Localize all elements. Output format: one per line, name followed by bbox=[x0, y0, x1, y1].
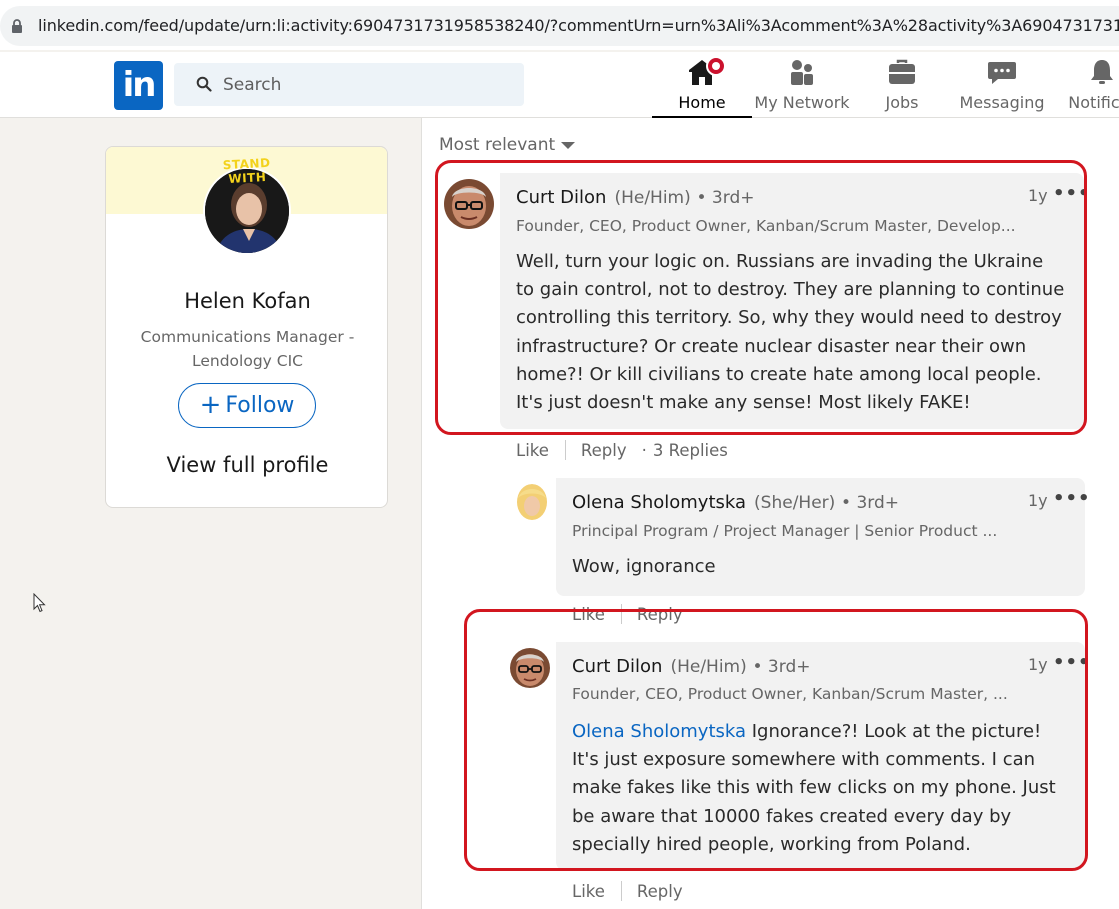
author-headline: Founder, CEO, Product Owner, Kanban/Scru… bbox=[516, 217, 1016, 235]
connection-degree: • 3rd+ bbox=[752, 657, 811, 677]
reply-avatar[interactable] bbox=[512, 484, 552, 524]
comment-bubble: Curt Dilon (He/Him) • 3rd+ Founder, CEO, … bbox=[500, 173, 1090, 429]
avatar-photo bbox=[512, 484, 552, 524]
reply-author[interactable]: Curt Dilon (He/Him) • 3rd+ bbox=[572, 656, 810, 677]
separator-dot: · bbox=[641, 441, 647, 460]
stand-with-frame-text: STAND WITH bbox=[222, 155, 271, 186]
like-button[interactable]: Like bbox=[572, 882, 605, 901]
connection-degree: • 3rd+ bbox=[841, 493, 899, 513]
replies-count-link[interactable]: 3 Replies bbox=[653, 441, 728, 460]
sort-dropdown[interactable]: Most relevant bbox=[439, 135, 555, 155]
linkedin-header: in Home My Network Jobs bbox=[0, 52, 1119, 118]
lock-icon bbox=[12, 19, 22, 33]
search-icon bbox=[196, 76, 212, 92]
browser-address-bar: linkedin.com/feed/update/urn:li:activity… bbox=[0, 0, 1119, 50]
nav-home[interactable]: Home bbox=[652, 52, 752, 118]
nav-notifications[interactable]: Notificat bbox=[1052, 52, 1119, 118]
reply-button[interactable]: Reply bbox=[637, 882, 683, 901]
nav-my-network-label: My Network bbox=[754, 93, 850, 112]
view-full-profile-link[interactable]: View full profile bbox=[106, 453, 387, 477]
mention-link[interactable]: Olena Sholomytska bbox=[572, 721, 746, 742]
reply-actions: Like Reply bbox=[572, 604, 683, 624]
nav-messaging-label: Messaging bbox=[959, 93, 1045, 112]
author-headline: Principal Program / Project Manager | Se… bbox=[572, 522, 998, 540]
profile-name[interactable]: Helen Kofan bbox=[106, 289, 387, 313]
comment-actions: Like Reply · 3 Replies bbox=[516, 440, 728, 460]
url-text: linkedin.com/feed/update/urn:li:activity… bbox=[38, 16, 1119, 35]
follow-label: Follow bbox=[225, 393, 295, 418]
author-pronouns: (She/Her) bbox=[754, 493, 836, 513]
caret-down-icon[interactable] bbox=[561, 142, 575, 149]
divider bbox=[564, 440, 566, 460]
author-name[interactable]: Olena Sholomytska bbox=[572, 492, 746, 513]
nav-jobs[interactable]: Jobs bbox=[852, 52, 952, 118]
mouse-cursor-icon bbox=[33, 593, 46, 613]
reply-time: 1y bbox=[1028, 491, 1048, 510]
nav-home-label: Home bbox=[678, 93, 726, 112]
author-pronouns: (He/Him) bbox=[614, 188, 691, 208]
briefcase-icon bbox=[889, 59, 915, 84]
reply-button[interactable]: Reply bbox=[581, 441, 627, 460]
comment-text: Well, turn your logic on. Russians are i… bbox=[516, 251, 1065, 414]
avatar-photo bbox=[510, 648, 550, 688]
notification-badge bbox=[706, 56, 726, 76]
bell-icon bbox=[1091, 60, 1113, 84]
follow-button[interactable]: + Follow bbox=[178, 383, 316, 428]
reply-bubble: Curt Dilon (He/Him) • 3rd+ Founder, CEO, … bbox=[556, 642, 1090, 870]
nav-notifications-label: Notificat bbox=[1068, 93, 1119, 112]
reply-text: Olena Sholomytska Ignorance?! Look at th… bbox=[572, 718, 1072, 859]
author-name[interactable]: Curt Dilon bbox=[572, 656, 662, 677]
reply-author[interactable]: Olena Sholomytska (She/Her) • 3rd+ bbox=[572, 492, 899, 513]
search-box[interactable] bbox=[174, 63, 524, 106]
comment-avatar[interactable] bbox=[444, 179, 494, 229]
nav-jobs-label: Jobs bbox=[885, 93, 919, 112]
divider bbox=[620, 604, 622, 624]
reply-time: 1y bbox=[1028, 655, 1048, 674]
comment-time: 1y bbox=[1028, 186, 1048, 205]
like-button[interactable]: Like bbox=[516, 441, 549, 460]
comments-column: Most relevant Curt Dilon (He/Him) • 3rd+ … bbox=[421, 118, 1119, 909]
reply-bubble: Olena Sholomytska (She/Her) • 3rd+ Princi… bbox=[556, 478, 1090, 596]
more-options-icon[interactable]: ••• bbox=[1053, 183, 1091, 204]
linkedin-logo[interactable]: in bbox=[114, 61, 163, 110]
search-input[interactable] bbox=[223, 63, 513, 106]
author-name[interactable]: Curt Dilon bbox=[516, 187, 606, 208]
profile-card: STAND WITH Helen Kofan Communications Ma… bbox=[105, 146, 388, 508]
nav-my-network[interactable]: My Network bbox=[752, 52, 852, 118]
reply-text: Wow, ignorance bbox=[572, 556, 716, 577]
connection-degree: • 3rd+ bbox=[696, 188, 755, 208]
avatar-photo bbox=[444, 179, 494, 229]
reply-actions: Like Reply bbox=[572, 881, 683, 901]
reply-avatar[interactable] bbox=[510, 648, 550, 688]
reply-button[interactable]: Reply bbox=[637, 605, 683, 624]
profile-headline: Communications Manager - Lendology CIC bbox=[140, 328, 355, 370]
chat-icon bbox=[988, 62, 1016, 84]
people-icon bbox=[791, 60, 813, 85]
like-button[interactable]: Like bbox=[572, 605, 605, 624]
more-options-icon[interactable]: ••• bbox=[1053, 652, 1091, 673]
more-options-icon[interactable]: ••• bbox=[1053, 488, 1091, 509]
author-headline: Founder, CEO, Product Owner, Kanban/Scru… bbox=[572, 685, 1008, 703]
nav-messaging[interactable]: Messaging bbox=[952, 52, 1052, 118]
comment-author[interactable]: Curt Dilon (He/Him) • 3rd+ bbox=[516, 187, 754, 208]
divider bbox=[620, 881, 622, 901]
author-pronouns: (He/Him) bbox=[670, 657, 747, 677]
url-field[interactable]: linkedin.com/feed/update/urn:li:activity… bbox=[0, 6, 1119, 46]
plus-icon: + bbox=[199, 390, 222, 420]
